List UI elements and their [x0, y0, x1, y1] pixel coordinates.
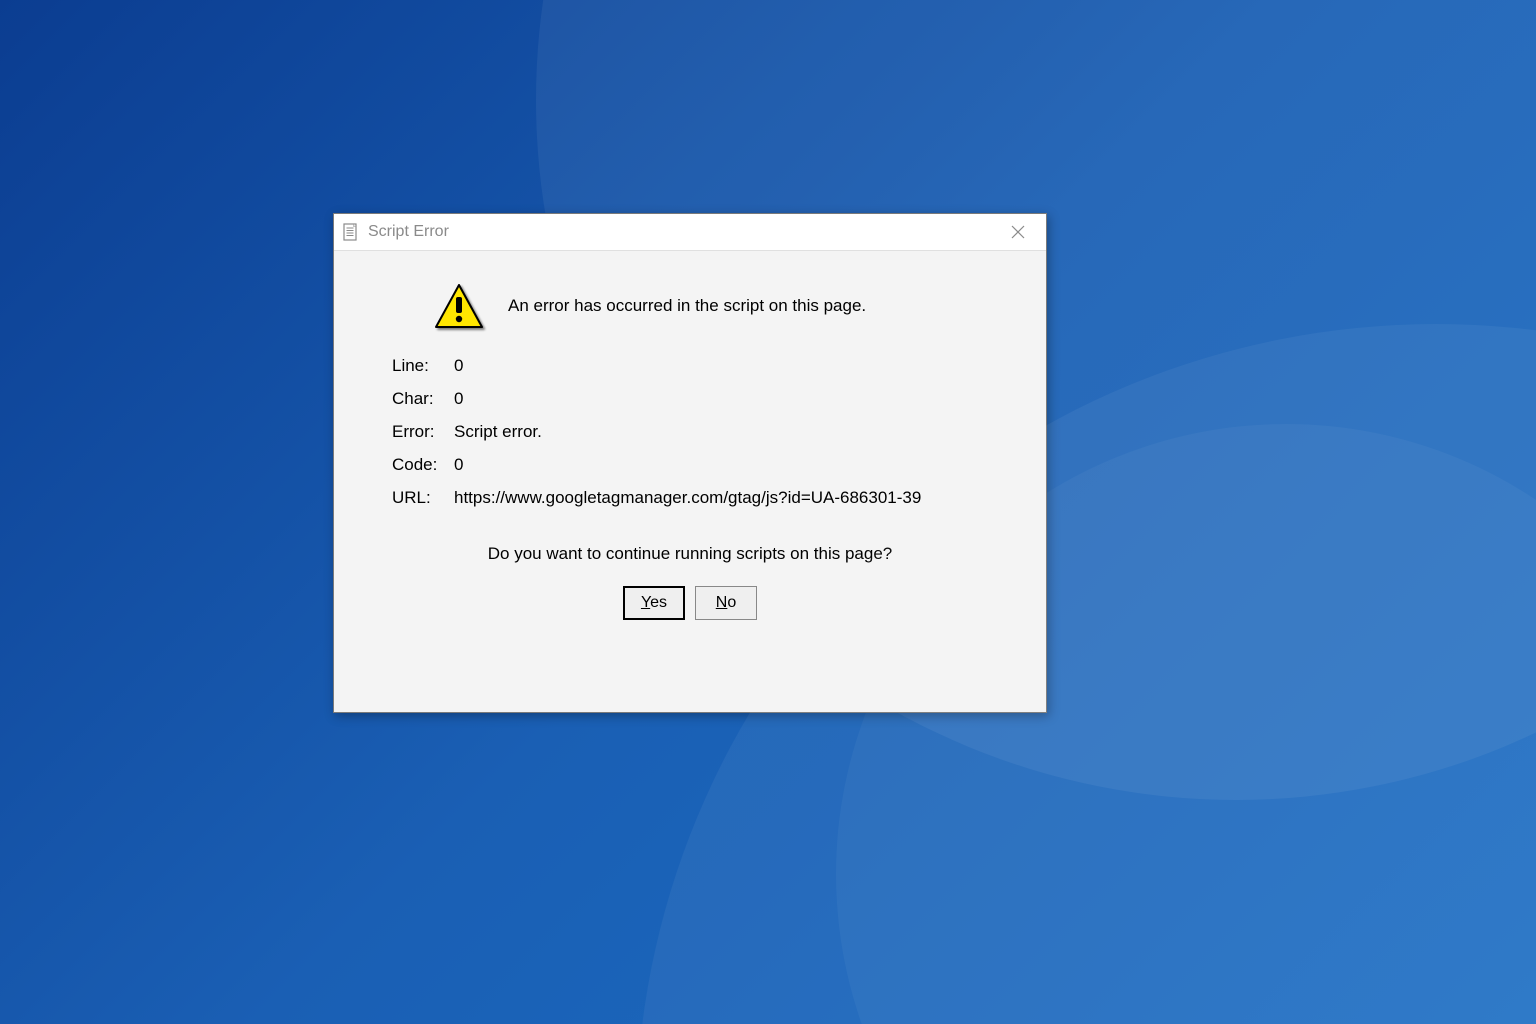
dialog-title: Script Error	[368, 223, 998, 241]
close-icon	[1011, 225, 1025, 239]
background-decoration	[836, 424, 1536, 1024]
document-icon	[342, 223, 360, 241]
code-label: Code:	[392, 454, 454, 477]
yes-mnemonic: Y	[641, 594, 650, 611]
no-button[interactable]: No	[695, 586, 757, 620]
char-value: 0	[454, 388, 934, 411]
dialog-body: An error has occurred in the script on t…	[334, 251, 1046, 712]
warning-icon	[434, 283, 484, 329]
detail-code: Code: 0	[392, 454, 1016, 477]
titlebar[interactable]: Script Error	[334, 214, 1046, 251]
yes-button[interactable]: Yes	[623, 586, 685, 620]
no-mnemonic: N	[716, 594, 728, 611]
error-value: Script error.	[454, 421, 934, 444]
script-error-dialog: Script Error An error has occurred in th…	[333, 213, 1047, 713]
url-value: https://www.googletagmanager.com/gtag/js…	[454, 487, 934, 510]
message-row: An error has occurred in the script on t…	[434, 283, 1016, 329]
button-row: Yes No	[364, 586, 1016, 620]
error-label: Error:	[392, 421, 454, 444]
close-button[interactable]	[998, 217, 1038, 247]
line-value: 0	[454, 355, 934, 378]
detail-char: Char: 0	[392, 388, 1016, 411]
detail-url: URL: https://www.googletagmanager.com/gt…	[392, 487, 1016, 510]
desktop-background: Script Error An error has occurred in th…	[0, 0, 1536, 1024]
continue-question: Do you want to continue running scripts …	[364, 544, 1016, 564]
detail-error: Error: Script error.	[392, 421, 1016, 444]
code-value: 0	[454, 454, 934, 477]
detail-line: Line: 0	[392, 355, 1016, 378]
yes-rest: es	[650, 594, 667, 611]
url-label: URL:	[392, 487, 454, 510]
char-label: Char:	[392, 388, 454, 411]
error-message: An error has occurred in the script on t…	[508, 296, 866, 316]
no-rest: o	[727, 594, 736, 611]
line-label: Line:	[392, 355, 454, 378]
error-details: Line: 0 Char: 0 Error: Script error. Cod…	[392, 355, 1016, 510]
